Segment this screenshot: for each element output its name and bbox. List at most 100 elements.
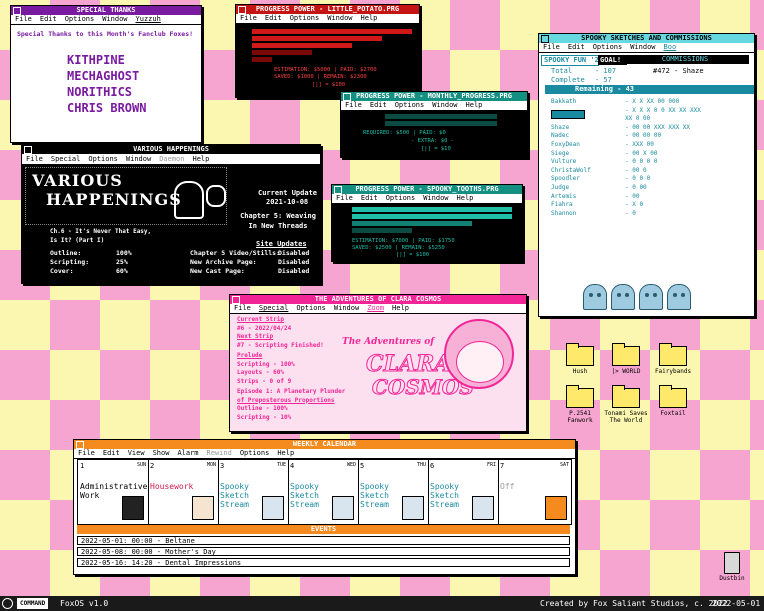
fox-icon[interactable] [2,598,13,609]
close-box-icon[interactable] [76,441,84,449]
folder-world[interactable]: |> WORLD [604,343,648,375]
menu-options[interactable]: Options [296,304,326,313]
folder-hush[interactable]: Hush [558,343,602,375]
total-label: Total [551,67,573,75]
menu-window[interactable]: Window [432,101,457,110]
menu-window[interactable]: Window [126,155,151,164]
commissioner-name: FoxyDean [551,140,580,148]
menu-help[interactable]: Help [361,14,378,23]
menu-special[interactable]: Special [51,155,81,164]
menu-file[interactable]: File [78,449,95,458]
close-box-icon[interactable] [541,35,549,43]
menu-help[interactable]: Help [192,155,209,164]
command-button[interactable]: COMMAND [17,598,49,609]
menu-rewind[interactable]: Rewind [207,449,232,458]
list-item: Artemis - 00 [551,193,747,202]
commission-marks: XX 0 00 [625,115,651,123]
menu-window[interactable]: Window [102,15,127,24]
menu-window[interactable]: Window [327,14,352,23]
prelude-line: Scripting - 100% [237,360,295,368]
window-title: PROGRESS POWER - SPOOKY_TOOTHS.PRG [355,185,499,193]
folder-fairybands[interactable]: Fairybands [651,343,695,375]
clara-status-list: Current Strip #6 - 2022/04/24 Next Strip… [237,316,357,422]
menu-help[interactable]: Help [277,449,294,458]
menu-help[interactable]: Help [392,304,409,313]
event-row[interactable]: 2022-05-16: 14:20 - Dental Impressions [77,558,570,567]
logo-line-1: VARIOUS [32,171,123,190]
menu-options[interactable]: Options [88,155,118,164]
day-cell-thu[interactable]: 5 THU Spooky Sketch Stream [358,460,429,524]
folder-tonami[interactable]: Tonami Saves The World [604,385,648,424]
day-number: 4 [290,462,295,470]
folder-foxtail[interactable]: Foxtail [651,385,695,417]
little-potato-title-bar[interactable]: PROGRESS POWER - LITTLE_POTATO.PRG [236,5,419,14]
menu-edit[interactable]: Edit [103,449,120,458]
monthly-progress-title-bar[interactable]: PROGRESS POWER - MONTHLY_PROGRESS.PRG [341,92,527,101]
menu-edit[interactable]: Edit [40,15,57,24]
various-happenings-title-bar[interactable]: VARIOUS HAPPENINGS [22,145,320,155]
menu-edit[interactable]: Edit [370,101,387,110]
menu-file[interactable]: File [15,15,32,24]
close-box-icon[interactable] [232,296,240,304]
menu-options[interactable]: Options [386,194,416,203]
menu-help[interactable]: Help [466,101,483,110]
menu-edit[interactable]: Edit [361,194,378,203]
day-name: WED [346,462,356,468]
little-potato-window: PROGRESS POWER - LITTLE_POTATO.PRG File … [235,4,420,98]
menu-window[interactable]: Window [423,194,448,203]
menu-file[interactable]: File [543,43,560,52]
menu-daemon[interactable]: Daemon [159,155,184,164]
close-box-icon[interactable] [24,146,32,154]
menu-help[interactable]: Help [457,194,474,203]
menu-boo[interactable]: Boo [664,43,677,52]
menu-options[interactable]: Options [395,101,425,110]
close-box-icon[interactable] [13,7,21,15]
event-row[interactable]: 2022-05-01: 00:00 - Beltane [77,536,570,545]
weekly-calendar-title-bar[interactable]: WEEKLY CALENDAR [74,440,575,449]
commissions-title-bar[interactable]: SPOOKY SKETCHES AND COMMISSIONS [539,34,754,43]
day-cell-mon[interactable]: 2 MON Housework [148,460,219,524]
menu-file[interactable]: File [26,155,43,164]
menu-file[interactable]: File [240,14,257,23]
dustbin-label: Dustbin [719,575,745,582]
menu-options[interactable]: Options [65,15,95,24]
day-cell-wed[interactable]: 4 WED Spooky Sketch Stream [288,460,359,524]
menu-special[interactable]: Special [259,304,289,313]
menu-file[interactable]: File [234,304,251,313]
window-title: SPOOKY SKETCHES AND COMMISSIONS [581,34,712,42]
thanks-heading: Special Thanks to this Month's Fanclub F… [16,30,194,38]
current-update-date: 2021-10-08 [266,198,309,206]
folder-fanwork[interactable]: P.2541 Fanwork [558,385,602,424]
commissioner-name: Fiahra [551,201,573,209]
menu-edit[interactable]: Edit [265,14,282,23]
commission-marks: - 0 0 0 [625,175,651,183]
ghost-icon [639,284,663,310]
progress-bar-saved [252,43,352,48]
spooky-fun-tab[interactable]: SPOOKY FUN '21 [541,55,603,66]
day-cell-fri[interactable]: 6 FRI Spooky Sketch Stream [428,460,499,524]
menu-options[interactable]: Options [240,449,270,458]
close-box-icon[interactable] [334,186,342,194]
menu-options[interactable]: Options [593,43,623,52]
menu-yuzzuh[interactable]: Yuzzuh [136,15,161,24]
menu-show[interactable]: Show [153,449,170,458]
menu-alarm[interactable]: Alarm [177,449,198,458]
spooky-tooth-title-bar[interactable]: PROGRESS POWER - SPOOKY_TOOTHS.PRG [332,185,522,194]
menu-options[interactable]: Options [290,14,320,23]
menu-file[interactable]: File [345,101,362,110]
close-box-icon[interactable] [238,6,246,14]
day-cell-tue[interactable]: 3 TUE Spooky Sketch Stream [218,460,289,524]
clara-cosmos-title-bar[interactable]: THE ADVENTURES OF CLARA COSMOS [230,295,526,304]
dustbin[interactable]: Dustbin [714,552,750,582]
menu-window[interactable]: Window [334,304,359,313]
menu-file[interactable]: File [336,194,353,203]
menu-view[interactable]: View [128,449,145,458]
day-cell-sun[interactable]: 1 SUN Administrative Work [78,460,149,524]
day-cell-sat[interactable]: 7 SAT Off [498,460,571,524]
menu-edit[interactable]: Edit [568,43,585,52]
menu-zoom[interactable]: Zoom [367,304,384,313]
special-thanks-title-bar[interactable]: SPECIAL THANKS [11,6,201,15]
close-box-icon[interactable] [343,93,351,101]
event-row[interactable]: 2022-05-08: 00:00 - Mother's Day [77,547,570,556]
menu-window[interactable]: Window [630,43,655,52]
